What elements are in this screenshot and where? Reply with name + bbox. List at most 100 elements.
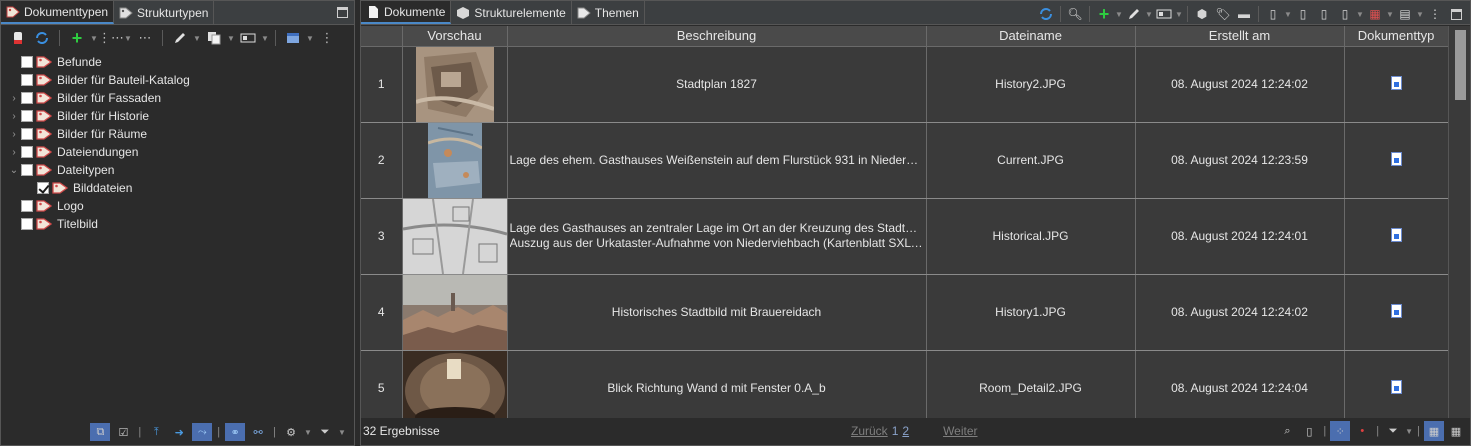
preview-thumbnail[interactable] [427, 122, 482, 198]
tree-item[interactable]: Titelbild [7, 215, 354, 233]
column-header-created[interactable]: Erstellt am [1135, 26, 1345, 47]
upload-button[interactable]: ⤒ [146, 423, 166, 441]
tree-item[interactable]: Befunde [7, 53, 354, 71]
marker-button[interactable]: • [1352, 421, 1372, 441]
tree-item[interactable]: ⌄ Dateitypen [7, 161, 354, 179]
next-page-link[interactable]: Weiter [943, 424, 977, 438]
scrollbar-thumb[interactable] [1455, 30, 1466, 100]
preview-thumbnail[interactable] [402, 350, 507, 419]
document-preview-button[interactable]: ▯ [1299, 421, 1319, 441]
table-row[interactable]: 5 Blick Richtung Wand d mit Fenster 0.A_b… [361, 350, 1448, 418]
tree-item-checkbox[interactable] [21, 200, 33, 212]
edit-dropdown[interactable]: ▼ [1145, 10, 1153, 19]
table-row[interactable]: 3 Lage des Gasthauses an zentraler Lage i… [361, 198, 1448, 275]
calendar-button[interactable]: ▦ [1365, 4, 1385, 24]
branch-button[interactable]: ⤳ [192, 423, 213, 441]
view-button[interactable] [282, 28, 304, 48]
move-button[interactable]: ⋮⋯ [98, 28, 124, 48]
preview-thumbnail[interactable] [402, 198, 507, 274]
add-button[interactable]: + [66, 28, 88, 48]
columns-dropdown[interactable]: ▼ [261, 28, 269, 48]
network-button[interactable]: ⁘ [1330, 421, 1351, 441]
tree-item-checkbox[interactable] [21, 74, 33, 86]
copy-dropdown[interactable]: ▼ [227, 28, 235, 48]
tree-item-checkbox[interactable] [21, 128, 33, 140]
filter-button[interactable]: ⏷ [315, 423, 335, 441]
tree-item[interactable]: › Bilder für Historie [7, 107, 354, 125]
expander-icon[interactable]: › [7, 129, 21, 140]
report-dropdown[interactable]: ▼ [1416, 10, 1424, 19]
tree-item-checkbox[interactable] [21, 218, 33, 230]
column-header-filename[interactable]: Dateiname [926, 26, 1136, 47]
preview-cell[interactable] [402, 46, 508, 123]
document-edit-button[interactable]: ▯ [1293, 4, 1313, 24]
tab-dokumente[interactable]: Dokumente [361, 1, 452, 24]
column-header-description[interactable]: Beschreibung [507, 26, 927, 47]
more-options-button[interactable]: ⋮ [1425, 4, 1445, 24]
tree-item[interactable]: Bilder für Bauteil-Katalog [7, 71, 354, 89]
edit-button[interactable] [169, 28, 191, 48]
filter-dropdown[interactable]: ▼ [1405, 421, 1413, 441]
expander-icon[interactable]: › [7, 147, 21, 158]
settings-button[interactable]: ⚙ [281, 423, 301, 441]
report-button[interactable]: ▤ [1395, 4, 1415, 24]
expander-icon[interactable]: › [7, 93, 21, 104]
table-row[interactable]: 2 Lage des ehem. Gasthauses Weißenstein a… [361, 122, 1448, 199]
tree-item-checkbox[interactable] [21, 110, 33, 122]
tree-item[interactable]: › Dateiendungen [7, 143, 354, 161]
view-dropdown[interactable]: ▼ [306, 28, 314, 48]
page-2-link[interactable]: 2 [902, 424, 909, 438]
preview-cell[interactable] [402, 198, 508, 275]
export-dropdown[interactable]: ▼ [1284, 10, 1292, 19]
add-document-button[interactable]: + [1094, 4, 1114, 24]
copy-button[interactable] [203, 28, 225, 48]
previous-page-link[interactable]: Zurück [851, 424, 888, 438]
tree-item-checkbox[interactable] [21, 146, 33, 158]
preview-thumbnail[interactable] [415, 46, 494, 122]
document-link-button[interactable]: ▯ [1335, 4, 1355, 24]
maximize-button[interactable] [1446, 4, 1466, 24]
forward-button[interactable]: ➜ [169, 423, 189, 441]
table-row[interactable]: 4 Historisches Stadtbild mit Brauereidach… [361, 274, 1448, 351]
preview-cell[interactable] [402, 122, 508, 199]
preview-cell[interactable] [402, 350, 508, 419]
columns-dropdown[interactable]: ▼ [1175, 10, 1183, 19]
add-dropdown[interactable]: ▼ [90, 28, 98, 48]
tab-strukturtypen[interactable]: Strukturtypen [114, 1, 215, 24]
table-view-button[interactable]: ▦ [1424, 421, 1444, 441]
calendar-dropdown[interactable]: ▼ [1386, 10, 1394, 19]
vertical-scrollbar[interactable] [1448, 26, 1470, 418]
column-header-preview[interactable]: Vorschau [402, 26, 508, 47]
columns-button[interactable] [1154, 4, 1174, 24]
tag-button[interactable]: 🏷︎ [1213, 4, 1233, 24]
expand-all-button[interactable]: ⧉ [90, 423, 111, 441]
filter-button[interactable]: ⏷ [1383, 421, 1403, 441]
page-1-link[interactable]: 1 [892, 424, 899, 438]
folder-button[interactable]: ▬ [1234, 4, 1254, 24]
document-dropdown[interactable]: ▼ [1356, 10, 1364, 19]
document-copy-button[interactable]: ▯ [1314, 4, 1334, 24]
column-header-document-type[interactable]: Dokumenttyp [1344, 26, 1448, 47]
tree-item[interactable]: Bilddateien [7, 179, 354, 197]
export-button[interactable]: ▯ [1263, 4, 1283, 24]
tree-item[interactable]: › Bilder für Fassaden [7, 89, 354, 107]
unlink-button[interactable]: ⚯ [248, 423, 268, 441]
delete-filter-button[interactable] [7, 28, 29, 48]
zoom-button[interactable]: ⌕ [1277, 421, 1297, 441]
tree-item[interactable]: › Bilder für Räume [7, 125, 354, 143]
tree-item-checkbox[interactable] [21, 164, 33, 176]
more-options-button[interactable]: ⋮ [316, 28, 338, 48]
columns-button[interactable] [237, 28, 259, 48]
expander-icon[interactable]: › [7, 111, 21, 122]
column-header-index[interactable] [361, 26, 403, 47]
tree-item-checkbox[interactable] [21, 92, 33, 104]
move-dropdown[interactable]: ▼ [124, 28, 132, 48]
tab-strukturelemente[interactable]: Strukturelemente [451, 1, 572, 24]
edit-dropdown[interactable]: ▼ [193, 28, 201, 48]
tree-item-checkbox[interactable] [21, 56, 33, 68]
preview-thumbnail[interactable] [402, 274, 507, 350]
structure-button[interactable]: ⬢ [1192, 4, 1212, 24]
grid-view-button[interactable]: ▦ [1446, 421, 1466, 441]
preview-cell[interactable] [402, 274, 508, 351]
tree-item[interactable]: Logo [7, 197, 354, 215]
